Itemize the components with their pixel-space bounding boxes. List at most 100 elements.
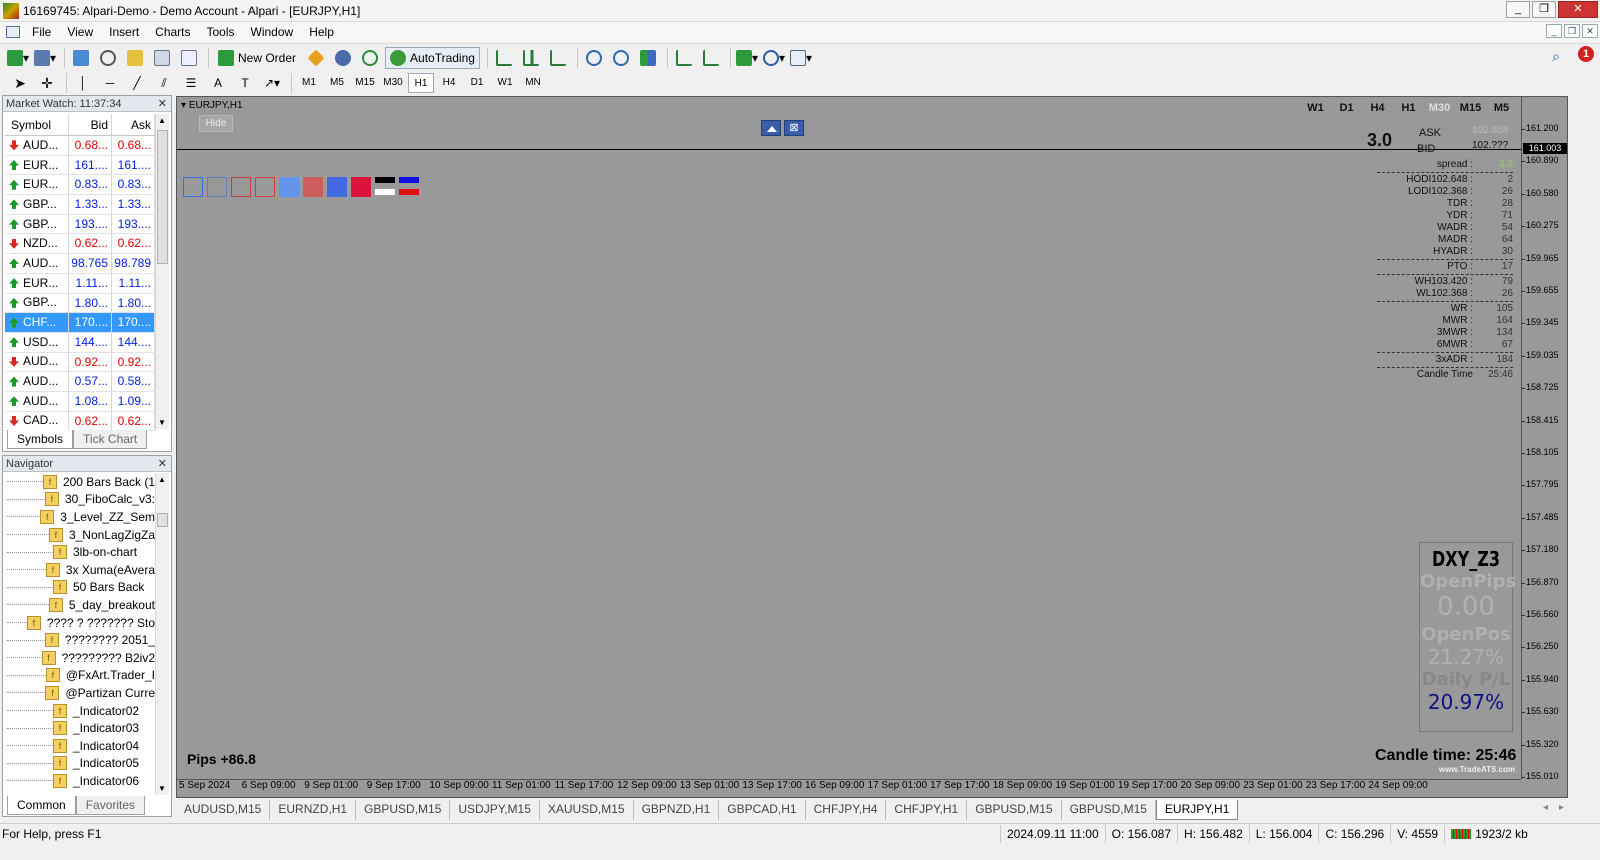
close-icon[interactable]: ✕ (158, 456, 167, 472)
tf-m15[interactable]: M15 (352, 73, 378, 93)
status-connection[interactable]: 1923/2 kb (1444, 824, 1534, 843)
market-watch-scrollbar[interactable]: ▲ ▼ (155, 114, 169, 429)
chart-window[interactable]: ▾ EURJPY,H1 Hide ⊠ W1 D1 H4 H1 M30 M15 M5 3.0 … (176, 96, 1568, 798)
menu-tools[interactable]: Tools (199, 25, 243, 39)
data-window-button[interactable] (96, 47, 120, 69)
bar-chart-button[interactable] (492, 47, 516, 69)
menu-view[interactable]: View (59, 25, 101, 39)
navigator-item[interactable]: f 3_Level_ZZ_Sem (3, 508, 155, 526)
chart-tab[interactable]: GBPUSD,M15 (967, 800, 1062, 820)
periods-button[interactable]: ▾ (762, 47, 786, 69)
profiles-button[interactable]: ▾ (33, 47, 57, 69)
color-swatch[interactable] (231, 177, 251, 197)
tab-symbols[interactable]: Symbols (7, 430, 74, 449)
chart-tab[interactable]: CHFJPY,H4 (806, 800, 887, 820)
menu-charts[interactable]: Charts (147, 25, 198, 39)
scroll-down-icon[interactable]: ▼ (158, 418, 166, 427)
navigator-item[interactable]: f 30_FiboCalc_v3: (3, 491, 155, 509)
scroll-thumb[interactable] (157, 130, 168, 264)
navigator-item[interactable]: f 3x Xuma(eAvera (3, 561, 155, 579)
color-swatch[interactable] (183, 177, 203, 197)
chart-tab[interactable]: GBPUSD,M15 (356, 800, 451, 820)
trendline-tool[interactable]: ╱ (125, 72, 149, 94)
document-icon[interactable] (6, 26, 20, 38)
chart-tab[interactable]: EURJPY,H1 (1155, 800, 1239, 820)
tf-w1[interactable]: W1 (492, 73, 518, 93)
color-swatch[interactable] (375, 177, 395, 197)
navigator-item[interactable]: f _Indicator04 (3, 737, 155, 755)
mdi-minimize-button[interactable]: _ (1546, 24, 1562, 38)
menu-insert[interactable]: Insert (101, 25, 147, 39)
tab-common[interactable]: Common (7, 796, 76, 815)
col-ask[interactable]: Ask (112, 114, 155, 135)
navigator-item[interactable]: f 50 Bars Back (3, 579, 155, 597)
color-swatch[interactable] (207, 177, 227, 197)
close-panel-button[interactable]: ⊠ (784, 120, 804, 136)
restore-button[interactable]: ❐ (1532, 1, 1556, 18)
close-icon[interactable]: ✕ (158, 96, 167, 112)
tab-scroll-left-icon[interactable]: ◂ (1543, 802, 1548, 813)
menu-help[interactable]: Help (301, 25, 342, 39)
autotrading-button[interactable]: AutoTrading (385, 46, 480, 69)
scroll-thumb[interactable] (157, 513, 168, 527)
metaeditor-button[interactable] (304, 47, 328, 69)
tf-h4[interactable]: H4 (436, 73, 462, 93)
navigator-item[interactable]: f ????????? B2iv2 (3, 649, 155, 667)
chart-tab[interactable]: GBPCAD,H1 (719, 800, 806, 820)
table-row[interactable]: GBP... 193.... 193.... (5, 214, 157, 235)
color-swatch[interactable] (255, 177, 275, 197)
channel-tool[interactable]: ⫽ (152, 72, 176, 94)
color-swatch[interactable] (303, 177, 323, 197)
table-row[interactable]: USD... 144.... 144.... (5, 332, 157, 353)
chart-tab[interactable]: GBPUSD,M15 (1062, 800, 1156, 820)
navigator-item[interactable]: f _Indicator05 (3, 755, 155, 773)
hide-button[interactable]: Hide (199, 115, 233, 132)
navigator-item[interactable]: f 3_NonLagZigZa (3, 526, 155, 544)
horizontal-line-tool[interactable]: ─ (98, 72, 122, 94)
fibo-tool[interactable]: ☰ (179, 72, 203, 94)
chart-shift-button[interactable] (699, 47, 723, 69)
navigator-item[interactable]: f _Indicator03 (3, 719, 155, 737)
color-swatch[interactable] (351, 177, 371, 197)
chart-tf-m30[interactable]: M30 (1424, 102, 1455, 114)
mdi-close-button[interactable]: ✕ (1582, 24, 1598, 38)
navigator-scrollbar[interactable]: ▲ ▼ (155, 473, 169, 795)
search-icon[interactable]: ⌕ (1552, 48, 1560, 65)
label-tool[interactable]: T (233, 72, 257, 94)
zoom-out-button[interactable] (609, 47, 633, 69)
chart-tf-w1[interactable]: W1 (1300, 102, 1331, 114)
chart-tf-d1[interactable]: D1 (1331, 102, 1362, 114)
chart-tab[interactable]: XAUUSD,M15 (540, 800, 634, 820)
zoom-in-button[interactable] (582, 47, 606, 69)
wifi-button[interactable] (358, 47, 382, 69)
notification-icon[interactable]: 1 (1578, 46, 1594, 62)
navigator-item[interactable]: f _Indicator02 (3, 702, 155, 720)
tab-tick-chart[interactable]: Tick Chart (73, 430, 148, 449)
table-row[interactable]: CAD... 0.62... 0.62... (5, 411, 157, 432)
navigator-item[interactable]: f ???????? 2051_ (3, 631, 155, 649)
table-row[interactable]: AUD... 0.92... 0.92... (5, 352, 157, 373)
mdi-restore-button[interactable]: ❐ (1564, 24, 1580, 38)
chart-tab[interactable]: GBPNZD,H1 (634, 800, 720, 820)
table-row[interactable]: NZD... 0.62... 0.62... (5, 234, 157, 255)
navigator-item[interactable]: f @Partizan Curre (3, 684, 155, 702)
table-row[interactable]: AUD... 0.57... 0.58... (5, 372, 157, 392)
tab-scroll-right-icon[interactable]: ▸ (1559, 802, 1564, 813)
col-bid[interactable]: Bid (69, 114, 112, 135)
arrows-tool[interactable]: ↗▾ (260, 72, 284, 94)
tf-d1[interactable]: D1 (464, 73, 490, 93)
chart-tab[interactable]: CHFJPY,H1 (886, 800, 968, 820)
table-row[interactable]: AUD... 0.68... 0.68... (5, 136, 157, 156)
signals-button[interactable] (331, 47, 355, 69)
tf-h1[interactable]: H1 (408, 73, 434, 93)
text-tool[interactable]: A (206, 72, 230, 94)
crosshair-tool[interactable]: ✛ (35, 72, 59, 94)
color-swatch[interactable] (399, 177, 419, 197)
table-row[interactable]: EUR... 161.... 161.... (5, 155, 157, 176)
navigator-item[interactable]: f _Indicator06 (3, 772, 155, 790)
tab-favorites[interactable]: Favorites (75, 796, 146, 815)
scroll-down-icon[interactable]: ▼ (158, 784, 166, 793)
chart-tab[interactable]: EURNZD,H1 (270, 800, 357, 820)
close-button[interactable]: ✕ (1558, 1, 1598, 18)
navigator-item[interactable]: f 200 Bars Back (1 (3, 473, 155, 491)
